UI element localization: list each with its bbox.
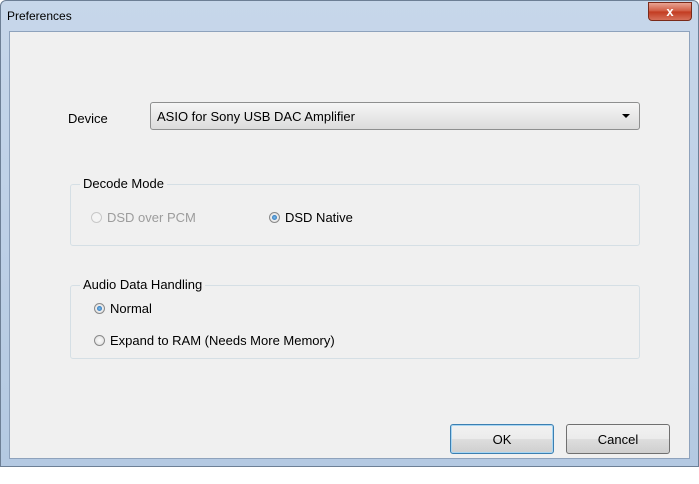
radio-unchecked-icon: [91, 212, 102, 223]
device-dropdown[interactable]: ASIO for Sony USB DAC Amplifier: [150, 102, 640, 130]
preferences-window: Preferences x Device ASIO for Sony USB D…: [0, 0, 699, 467]
radio-dsd-native[interactable]: DSD Native: [269, 210, 353, 225]
radio-dsd-over-pcm[interactable]: DSD over PCM: [91, 210, 196, 225]
ok-button[interactable]: OK: [450, 424, 554, 454]
decode-mode-group: Decode Mode DSD over PCM DSD Native: [70, 176, 640, 246]
title-bar[interactable]: Preferences x: [1, 1, 698, 31]
radio-checked-icon: [269, 212, 280, 223]
decode-mode-title: Decode Mode: [80, 176, 167, 191]
radio-normal[interactable]: Normal: [94, 301, 152, 316]
device-selected-value: ASIO for Sony USB DAC Amplifier: [157, 109, 355, 124]
radio-label: Normal: [110, 301, 152, 316]
radio-label: DSD Native: [285, 210, 353, 225]
radio-label: Expand to RAM (Needs More Memory): [110, 333, 335, 348]
close-button[interactable]: x: [648, 2, 692, 21]
device-label: Device: [68, 111, 108, 126]
close-icon: x: [666, 4, 674, 19]
dialog-body: Device ASIO for Sony USB DAC Amplifier D…: [9, 31, 690, 459]
radio-label: DSD over PCM: [107, 210, 196, 225]
radio-unchecked-icon: [94, 335, 105, 346]
audio-data-handling-group: Audio Data Handling Normal Expand to RAM…: [70, 277, 640, 359]
radio-checked-icon: [94, 303, 105, 314]
window-title: Preferences: [7, 9, 72, 23]
audio-data-handling-title: Audio Data Handling: [80, 277, 206, 292]
chevron-down-icon: [622, 114, 630, 118]
cancel-button[interactable]: Cancel: [566, 424, 670, 454]
radio-expand-to-ram[interactable]: Expand to RAM (Needs More Memory): [94, 333, 335, 348]
